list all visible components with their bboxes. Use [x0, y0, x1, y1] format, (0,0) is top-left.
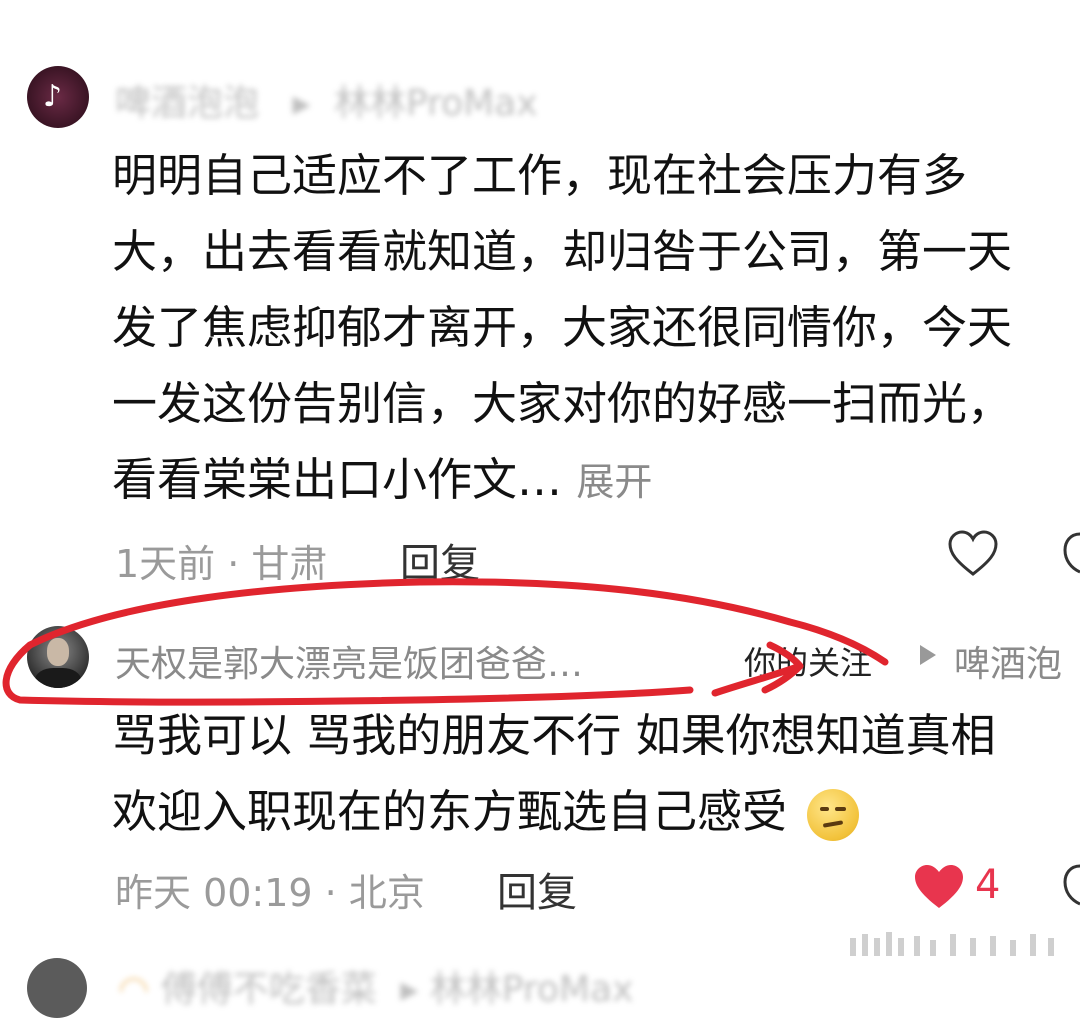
reply-target[interactable]: 啤酒泡: [954, 635, 1062, 687]
avatar[interactable]: [27, 958, 87, 1018]
reply-arrow-icon: ▸: [400, 969, 419, 1010]
comment-meta: 1天前 · 甘肃: [115, 542, 328, 586]
comment-line: 发了焦虑抑郁才离开，大家还很同情你，今天: [112, 301, 1013, 354]
comment-line: 看看棠棠出口小作文… 展开: [112, 442, 1080, 518]
comment-line: 一发这份告别信，大家对你的好感一扫而光，: [112, 377, 1013, 430]
username[interactable]: 傅傅不吃香菜: [161, 969, 377, 1010]
comment-line-text: 看看棠棠出口小作文…: [112, 453, 563, 506]
reply-button[interactable]: 回复: [497, 860, 577, 918]
smirk-emoji-icon: [807, 789, 860, 841]
expand-link[interactable]: 展开: [576, 460, 652, 504]
like-heart-icon[interactable]: [946, 528, 1000, 580]
liked-heart-icon[interactable]: [912, 862, 966, 912]
comment-author[interactable]: ◠ 傅傅不吃香菜 ▸ 林林ProMax: [118, 960, 633, 1012]
comment-line: 欢迎入职现在的东方甄选自己感受: [112, 774, 1080, 850]
reply-target[interactable]: 林林ProMax: [430, 969, 634, 1010]
like-count: 4: [975, 862, 1001, 908]
username[interactable]: 天权是郭大漂亮是饭团爸爸…: [115, 635, 583, 687]
comment-text: 骂我可以 骂我的朋友不行 如果你想知道真相 欢迎入职现在的东方甄选自己感受: [112, 698, 1080, 850]
username[interactable]: 啤酒泡泡: [115, 83, 259, 124]
dislike-icon[interactable]: [1062, 860, 1080, 912]
avatar[interactable]: ♪: [27, 66, 89, 128]
comment-line: 大，出去看看就知道，却归咎于公司，第一天: [112, 225, 1013, 278]
comment-text: 明明自己适应不了工作，现在社会压力有多 大，出去看看就知道，却归咎于公司，第一天…: [112, 138, 1080, 518]
avatar[interactable]: [27, 626, 89, 688]
reply-button[interactable]: 回复: [400, 531, 480, 589]
comment-line-text: 欢迎入职现在的东方甄选自己感受: [112, 785, 788, 838]
avatar-body: [35, 668, 81, 688]
rainbow-icon: ◠: [118, 969, 150, 1010]
following-badge: 你的关注: [744, 644, 873, 682]
comment-author[interactable]: 啤酒泡泡 ▸ 林林ProMax: [115, 74, 538, 126]
watermark-logo: [850, 932, 1054, 956]
reply-target[interactable]: 林林ProMax: [334, 83, 538, 124]
tiktok-logo-icon: ♪: [43, 79, 63, 114]
comment-meta: 昨天 00:19 · 北京: [115, 871, 425, 915]
avatar-face: [47, 638, 69, 666]
comment-line: 骂我可以 骂我的朋友不行 如果你想知道真相: [112, 709, 996, 762]
dislike-icon[interactable]: [1062, 528, 1080, 580]
comment-line: 明明自己适应不了工作，现在社会压力有多: [112, 149, 968, 202]
reply-arrow-icon: [920, 645, 936, 665]
reply-arrow-icon: ▸: [292, 83, 311, 124]
